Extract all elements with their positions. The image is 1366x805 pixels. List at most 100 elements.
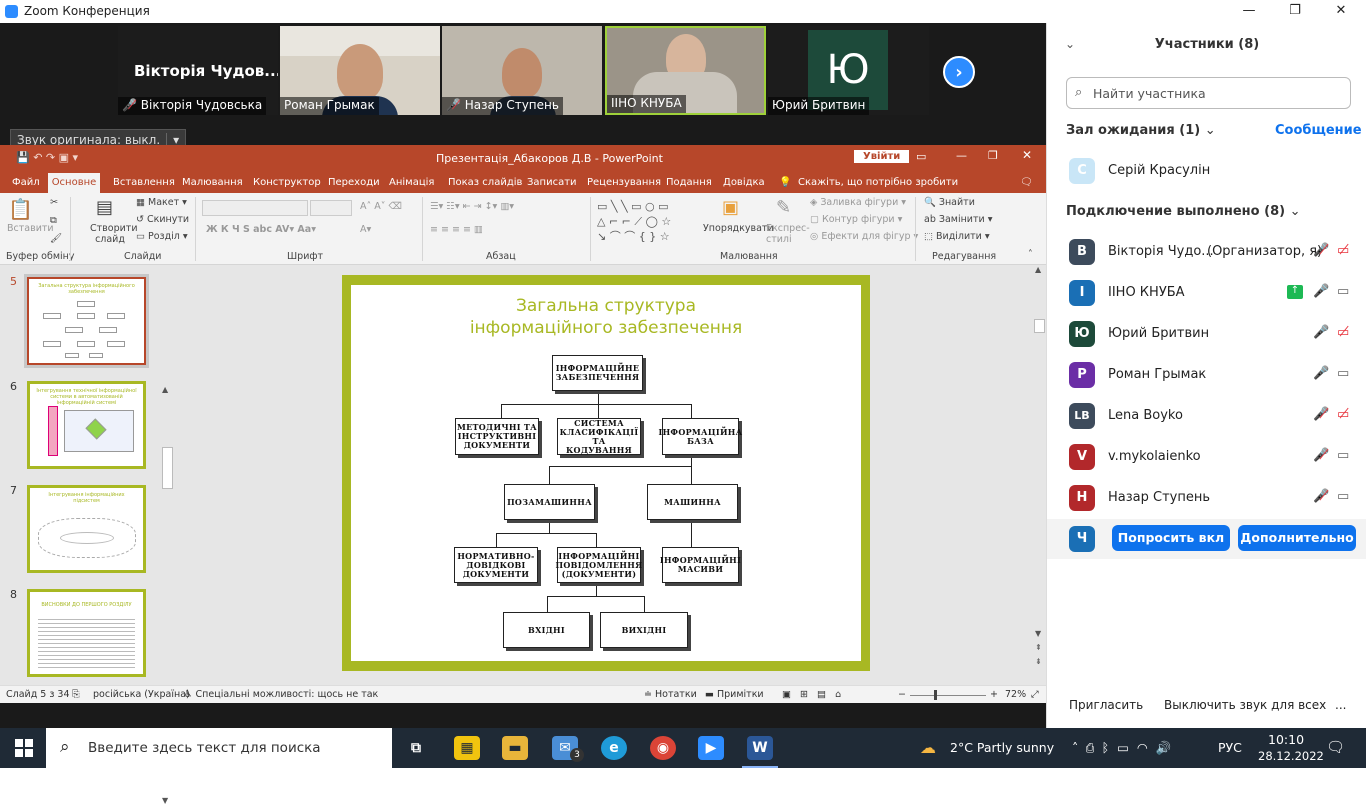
video-tile-nazar[interactable]: 🎤̸ Назар Ступень xyxy=(442,26,602,115)
video-tile-iino[interactable]: ІІНО КНУБА xyxy=(605,26,766,115)
tab-insert[interactable]: Вставлення xyxy=(113,177,175,188)
comments-icon[interactable]: 🗨 xyxy=(1020,177,1033,188)
list-buttons[interactable]: ☰▾ ☷▾ ⇤ ⇥ ↕▾ ▥▾ xyxy=(430,201,514,212)
language-status[interactable]: російська (Україна) xyxy=(93,689,190,700)
paste-button[interactable]: Вставити xyxy=(7,223,54,234)
participant-row[interactable]: Ю Юрий Бритвин 🎤 ▭̸ xyxy=(1047,314,1366,354)
video-icon[interactable]: ▭ xyxy=(1337,284,1349,299)
ppt-restore-button[interactable]: ❐ xyxy=(988,149,998,162)
node-methodical-docs[interactable]: МЕТОДИЧНІ ТА ІНСТРУКТИВНІ ДОКУМЕНТИ xyxy=(455,418,539,455)
paste-icon[interactable]: 📋 xyxy=(8,197,33,221)
task-view-icon[interactable]: ⧉ xyxy=(403,736,429,760)
edge-icon[interactable]: e xyxy=(601,736,627,760)
slide-thumbnail-6[interactable]: Інтегрування технічної інформаційної сис… xyxy=(27,381,146,469)
shape-outline-button[interactable]: ▢ Контур фігури ▾ xyxy=(810,214,902,225)
mic-icon[interactable]: 🎤 xyxy=(1313,325,1329,340)
muted-mic-icon[interactable]: 🎤̸ xyxy=(1313,448,1329,463)
participant-row[interactable]: В Вікторія Чудо... (Организатор, я) 🎤̸ ▭… xyxy=(1047,232,1366,272)
participant-row-hovered[interactable]: Ч Попросить вкл Дополнительно xyxy=(1047,519,1366,559)
node-output[interactable]: ВИХІДНІ xyxy=(600,612,688,648)
video-icon[interactable]: ▭ xyxy=(1337,448,1349,463)
tab-help[interactable]: Довідка xyxy=(723,177,765,188)
ppt-minimize-button[interactable]: — xyxy=(956,149,967,162)
section-button[interactable]: ▭ Розділ ▾ xyxy=(136,231,188,242)
font-color-button[interactable]: A▾ xyxy=(360,224,371,235)
participant-row[interactable]: LB Lena Boyko 🎤̸ ▭̸ xyxy=(1047,396,1366,436)
shapes-gallery[interactable]: ▭ ╲ ╲ ▭ ○ ▭ △ ⌐ ⌐ ⟋ ◯ ☆ ↘ ⌒ ⌒ { } ☆ xyxy=(597,199,697,244)
mic-icon[interactable]: 🎤 xyxy=(1313,284,1329,299)
connected-header[interactable]: Подключение выполнено (8) ⌄ xyxy=(1066,204,1301,219)
shape-effects-button[interactable]: ◎ Ефекти для фігур ▾ xyxy=(810,231,918,242)
ppt-close-button[interactable]: ✕ xyxy=(1022,148,1032,162)
font-size-box[interactable] xyxy=(310,200,352,216)
participant-row[interactable]: Н Назар Ступень 🎤̸ ▭ xyxy=(1047,478,1366,518)
quick-access-toolbar[interactable]: 💾 ↶ ↷ ▣ ▾ xyxy=(16,151,78,164)
shape-fill-button[interactable]: ◈ Заливка фігури ▾ xyxy=(810,197,906,208)
tab-review[interactable]: Рецензування xyxy=(587,177,661,188)
next-page-arrow-icon[interactable]: › xyxy=(943,56,975,88)
fit-slide-icon[interactable]: ⤢ xyxy=(1031,689,1039,700)
mute-all-button[interactable]: Выключить звук для всех xyxy=(1160,694,1330,716)
tab-file[interactable]: Файл xyxy=(12,177,40,188)
muted-mic-icon[interactable]: 🎤̸ xyxy=(1313,243,1329,258)
zoom-slider-thumb[interactable] xyxy=(934,690,937,700)
video-icon[interactable]: ▭ xyxy=(1337,489,1349,504)
tab-transitions[interactable]: Переходи xyxy=(328,177,380,188)
zoom-taskbar-icon[interactable]: ▶ xyxy=(698,736,724,760)
start-button[interactable] xyxy=(15,739,33,757)
node-input[interactable]: ВХІДНІ xyxy=(503,612,590,648)
format-painter-icon[interactable]: 🖌 xyxy=(50,233,62,244)
participant-row[interactable]: І ІІНО КНУБА ↑ 🎤 ▭ xyxy=(1047,273,1366,313)
taskbar-search-input[interactable]: ⌕ Введите здесь текст для поиска xyxy=(46,728,392,768)
more-options-button[interactable]: ... xyxy=(1331,694,1350,716)
file-explorer-icon[interactable]: ▬ xyxy=(502,736,528,760)
find-button[interactable]: 🔍 Знайти xyxy=(924,197,975,208)
tray-icons[interactable]: ˄ ⎙ ᛒ ▭ ◠ 🔊 xyxy=(1072,740,1171,756)
collapse-ribbon-icon[interactable]: ˄ xyxy=(1028,249,1033,260)
cut-icon[interactable]: ✂ xyxy=(50,197,58,208)
node-off-machine[interactable]: ПОЗАМАШИННА xyxy=(504,484,595,520)
tab-record[interactable]: Записати xyxy=(527,177,577,188)
select-button[interactable]: ⬚ Виділити ▾ xyxy=(924,231,990,242)
video-tile-yurii[interactable]: Ю Юрий Бритвин xyxy=(768,26,929,115)
more-button[interactable]: Дополнительно xyxy=(1238,525,1356,551)
ask-unmute-button[interactable]: Попросить вкл xyxy=(1112,525,1230,551)
tab-slideshow[interactable]: Показ слайдів xyxy=(448,177,522,188)
invite-button[interactable]: Пригласить xyxy=(1065,694,1147,716)
quick-styles-icon[interactable]: ✎ xyxy=(776,197,791,218)
chrome-icon[interactable]: ◉ xyxy=(650,736,676,760)
video-off-icon[interactable]: ▭̸ xyxy=(1337,407,1349,422)
node-info-messages[interactable]: ІНФОРМАЦІЙНІ ПОВІДОМЛЕННЯ (ДОКУМЕНТИ) xyxy=(556,547,642,583)
tab-view[interactable]: Подання xyxy=(666,177,712,188)
node-info-support[interactable]: ІНФОРМАЦІЙНЕ ЗАБЕЗПЕЧЕННЯ xyxy=(552,355,643,391)
video-icon[interactable]: ▭ xyxy=(1337,366,1349,381)
current-slide[interactable]: Загальна структура інформаційного забезп… xyxy=(342,275,870,671)
signin-button[interactable]: Увійти xyxy=(854,150,910,163)
muted-mic-icon[interactable]: 🎤̸ xyxy=(1313,407,1329,422)
language-indicator[interactable]: РУС xyxy=(1218,740,1242,755)
quick-styles-button[interactable]: Експрес-стилі xyxy=(766,223,810,245)
comments-button[interactable]: ▬ Примітки xyxy=(705,689,764,700)
video-off-icon[interactable]: ▭̸ xyxy=(1337,243,1349,258)
tell-me-box[interactable]: Скажіть, що потрібно зробити xyxy=(798,177,958,188)
view-buttons[interactable]: ▣ ⊞ ▤ ⌂ xyxy=(782,689,841,700)
node-classification[interactable]: СИСТЕМА КЛАСИФІКАЦІЇ ТА КОДУВАННЯ xyxy=(557,418,641,455)
slide-title[interactable]: Загальна структура інформаційного забезп… xyxy=(446,295,766,339)
reset-button[interactable]: ↺ Скинути xyxy=(136,214,189,225)
ribbon-display-icon[interactable]: ▭ xyxy=(916,150,926,163)
video-tile-active-speaker[interactable]: Вікторія Чудов... 🎤̸ Вікторія Чудовська xyxy=(118,26,278,115)
font-format-buttons[interactable]: Ж К Ч S abc AV▾ Aa▾ xyxy=(206,224,316,235)
slide-thumbnail-8[interactable]: ВИСНОВКИ ДО ПЕРШОГО РОЗДІЛУ xyxy=(27,589,146,677)
slide-thumbnail-5[interactable]: Загальна структура інформаційного забезп… xyxy=(24,274,149,368)
replace-button[interactable]: ab Замінити ▾ xyxy=(924,214,992,225)
arrange-icon[interactable]: ▣ xyxy=(722,197,739,218)
clock-time[interactable]: 10:10 xyxy=(1268,732,1304,747)
slide-thumbnail-7[interactable]: Інтегрування інформаційних підсистем xyxy=(27,485,146,573)
participant-row[interactable]: Р Роман Грымак 🎤 ▭ xyxy=(1047,355,1366,395)
restore-button[interactable]: ❐ xyxy=(1272,0,1318,23)
participant-search-input[interactable]: ⌕ Найти участника xyxy=(1066,77,1351,109)
notifications-icon[interactable]: 🗨 xyxy=(1326,738,1345,756)
node-info-base[interactable]: ІНФОРМАЦІЙНА БАЗА xyxy=(659,418,742,455)
weather-icon[interactable]: ☁ xyxy=(920,738,936,757)
layout-button[interactable]: ▦ Макет ▾ xyxy=(136,197,187,208)
